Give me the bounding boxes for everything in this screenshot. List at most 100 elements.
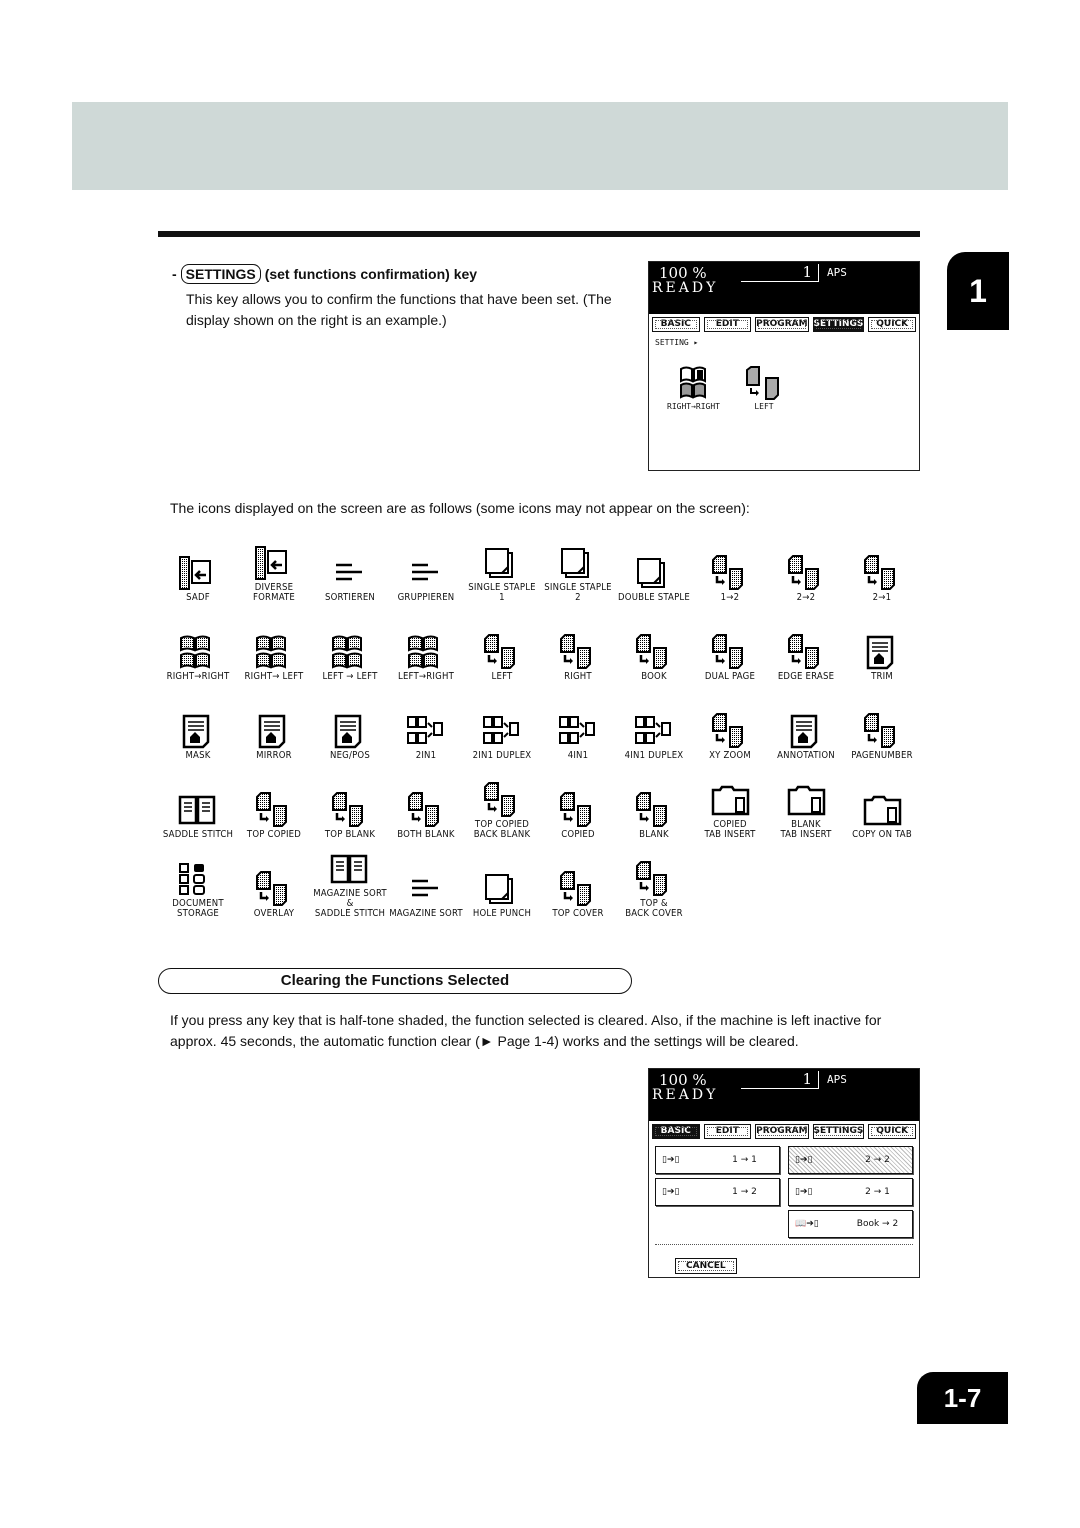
icon-legend-item: SINGLE STAPLE 2 <box>540 528 616 607</box>
clearing-section-header: Clearing the Functions Selected <box>158 968 632 994</box>
icon-legend-label: SINGLE STAPLE 2 <box>544 582 612 603</box>
icon-row: SADDLE STITCH TOP COPIED TOP BLANK BOTH BLA… <box>160 765 922 844</box>
lcd-setting-item: RIGHT→RIGHT <box>667 366 720 411</box>
icon-legend-label: 2IN1 <box>415 750 437 761</box>
lcd-tabs: BASIC EDIT PROGRAM SETTINGS QUICK <box>649 314 919 335</box>
tab-program[interactable]: PROGRAM <box>755 317 809 332</box>
tab-quick[interactable]: QUICK <box>868 317 916 332</box>
tab-quick[interactable]: QUICK <box>868 1124 916 1139</box>
tab-basic[interactable]: BASIC <box>652 1124 700 1139</box>
lcd-basic-screen: 100 % 1 APS READY BASIC EDIT PROGRAM SET… <box>648 1068 920 1278</box>
tab-edit[interactable]: EDIT <box>703 317 752 332</box>
chapter-tab: 1 <box>947 252 1009 330</box>
magazine-sort-saddle-stitch-icon <box>330 854 368 884</box>
icon-legend-item: BLANK TAB INSERT <box>768 765 844 844</box>
icon-legend-label: MIRROR <box>256 750 292 761</box>
header-band <box>72 102 1008 190</box>
icon-legend-label: NEG/POS <box>329 750 370 761</box>
top-back-cover-icon <box>636 861 667 896</box>
icon-legend-item: TOP COPIED <box>236 765 312 844</box>
icon-legend-label: 4IN1 <box>567 750 589 761</box>
cancel-button[interactable]: CANCEL <box>675 1258 737 1274</box>
icon-legend-label: SADDLE STITCH <box>162 829 234 840</box>
book-2-button[interactable]: 📖➔▯ Book → 2 <box>788 1210 913 1238</box>
icon-legend-item: COPY ON TAB <box>844 765 920 844</box>
lcd-tabs: BASIC EDIT PROGRAM SETTINGS QUICK <box>649 1121 919 1142</box>
clearing-description: If you press any key that is half-tone s… <box>170 1012 882 1049</box>
trim-icon <box>866 635 894 670</box>
duplex-left-icon <box>745 366 779 400</box>
double-staple-icon <box>637 558 665 588</box>
icon-legend-label: TOP BLANK <box>324 829 376 840</box>
lcd-setting-item-label: RIGHT→RIGHT <box>667 402 720 411</box>
duplex-1-2-button[interactable]: ▯➔▯ 1 → 2 <box>655 1178 780 1206</box>
icon-legend-label: COPIED TAB INSERT <box>704 819 756 840</box>
tab-program[interactable]: PROGRAM <box>755 1124 809 1139</box>
icon-legend-label: OVERLAY <box>253 908 295 919</box>
icon-legend-label: MAGAZINE SORT & SADDLE STITCH <box>313 888 387 919</box>
icon-legend-item: 2IN1 DUPLEX <box>464 686 540 765</box>
duplex-2-1-button[interactable]: ▯➔▯ 2 → 1 <box>788 1178 913 1206</box>
icon-legend-item: TOP COVER <box>540 844 616 923</box>
icon-legend-item: LEFT → LEFT <box>312 607 388 686</box>
icon-legend-item: 2→1 <box>844 528 920 607</box>
neg-pos-icon <box>334 714 362 749</box>
top-copied-icon <box>256 792 287 827</box>
tab-edit[interactable]: EDIT <box>703 1124 752 1139</box>
single-staple-2-icon <box>561 548 589 578</box>
icon-legend-item: SINGLE STAPLE 1 <box>464 528 540 607</box>
top-copied-back-blank-icon <box>484 782 515 817</box>
tab-basic[interactable]: BASIC <box>652 317 700 332</box>
tab-settings[interactable]: SETTINGS <box>812 317 865 332</box>
icon-legend-label: TOP COPIED BACK BLANK <box>473 819 531 840</box>
top-rule <box>158 231 920 237</box>
icon-legend-label: BLANK <box>639 829 669 840</box>
page-number-icon <box>864 713 895 748</box>
icon-legend-item: TOP COPIED BACK BLANK <box>464 765 540 844</box>
duplex-1-1-button[interactable]: ▯➔▯ 1 → 1 <box>655 1146 780 1174</box>
icon-legend-label: TOP COVER <box>552 908 604 919</box>
icon-legend-item: DUAL PAGE <box>692 607 768 686</box>
icon-legend-item: 4IN1 DUPLEX <box>616 686 692 765</box>
icon-legend-label: BOOK <box>641 671 667 682</box>
icon-legend-label: 1→2 <box>720 592 740 603</box>
icon-legend-label: COPY ON TAB <box>852 829 912 840</box>
lcd-setting-item-label: LEFT <box>754 402 774 411</box>
icon-legend-item: NEG/POS <box>312 686 388 765</box>
icon-legend-item: COPIED TAB INSERT <box>692 765 768 844</box>
settings-key-title: (set functions confirmation) key <box>264 266 478 282</box>
icon-legend-label: EDGE ERASE <box>777 671 835 682</box>
diverse-formate-icon <box>255 546 287 580</box>
icon-legend-item: BLANK <box>616 765 692 844</box>
duplex-2-2-button[interactable]: ▯➔▯ 2 → 2 <box>788 1146 913 1174</box>
icon-legend-label: GRUPPIEREN <box>397 592 455 603</box>
duplex-left-icon <box>484 634 515 669</box>
duplex-2-2-icon <box>788 555 819 590</box>
both-blank-icon <box>408 792 439 827</box>
empty-cell <box>655 1210 780 1238</box>
icon-legend-item: TRIM <box>844 607 920 686</box>
settings-key-heading: - SETTINGS (set functions confirmation) … <box>172 264 477 284</box>
icon-legend-item: MASK <box>160 686 236 765</box>
icon-legend-item: 2→2 <box>768 528 844 607</box>
sort-icon <box>336 563 362 581</box>
icons-intro-text: The icons displayed on the screen are as… <box>170 500 750 516</box>
top-blank-icon <box>332 792 363 827</box>
settings-description: This key allows you to confirm the funct… <box>186 291 612 328</box>
tab-settings[interactable]: SETTINGS <box>812 1124 865 1139</box>
icon-legend-item: 1→2 <box>692 528 768 607</box>
icon-legend-item: SADDLE STITCH <box>160 765 236 844</box>
top-cover-icon <box>560 871 591 906</box>
icon-legend-label: DUAL PAGE <box>704 671 756 682</box>
document-storage-icon <box>179 863 205 895</box>
duplex-1-2-icon: ▯➔▯ <box>662 1187 680 1197</box>
xy-zoom-icon <box>712 713 743 748</box>
icon-legend-label: COPIED <box>561 829 595 840</box>
lcd-settings-screen: 100 % 1 APS READY BASIC EDIT PROGRAM SET… <box>648 261 920 471</box>
icon-legend-item: RIGHT <box>540 607 616 686</box>
icon-legend-item: DIVERSE FORMATE <box>236 528 312 607</box>
mirror-icon <box>258 714 286 749</box>
duplex-mode-buttons: ▯➔▯ 1 → 1 ▯➔▯ 2 → 2 ▯➔▯ 1 → 2 ▯➔▯ 2 → 1 … <box>655 1146 913 1238</box>
icon-legend-item: GRUPPIEREN <box>388 528 464 607</box>
icon-legend-label: RIGHT <box>564 671 592 682</box>
